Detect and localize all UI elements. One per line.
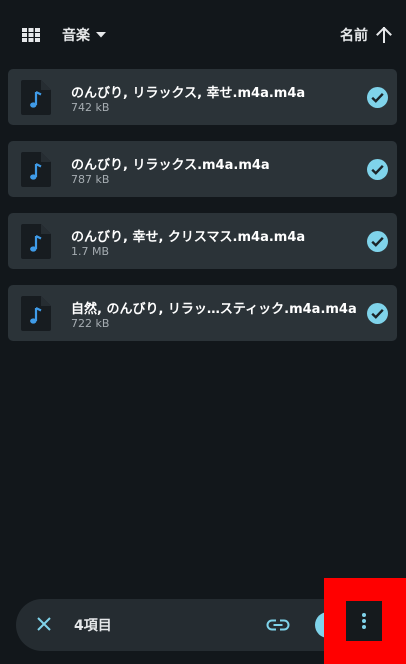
selected-count-label: 4項目 xyxy=(74,618,112,634)
audio-file-icon xyxy=(21,224,51,259)
sort-label: 名前 xyxy=(340,28,368,44)
link-icon xyxy=(266,619,290,631)
file-row[interactable]: 自然, のんびり, リラッ…スティック.m4a.m4a 722 kB xyxy=(8,285,397,341)
grid-view-icon xyxy=(22,28,40,42)
more-options-button[interactable] xyxy=(346,601,382,641)
file-type-filter-dropdown[interactable]: 音楽 xyxy=(62,24,106,46)
file-name: のんびり, リラックス.m4a.m4a xyxy=(71,158,270,173)
file-size: 787 kB xyxy=(71,173,110,186)
top-toolbar: 音楽 名前 xyxy=(0,0,406,68)
file-list: のんびり, リラックス, 幸せ.m4a.m4a 742 kB のんびり, リラッ… xyxy=(8,69,397,357)
arrow-up-icon xyxy=(376,27,392,43)
file-size: 1.7 MB xyxy=(71,245,110,258)
file-row[interactable]: のんびり, リラックス.m4a.m4a 787 kB xyxy=(8,141,397,197)
file-name: のんびり, 幸せ, クリスマス.m4a.m4a xyxy=(71,230,306,245)
file-size: 722 kB xyxy=(71,317,110,330)
audio-file-icon xyxy=(21,80,51,115)
filter-label: 音楽 xyxy=(62,28,90,44)
selected-check-icon[interactable] xyxy=(367,303,388,324)
close-icon xyxy=(37,617,51,631)
selected-check-icon[interactable] xyxy=(367,87,388,108)
grid-view-button[interactable] xyxy=(20,24,42,46)
selected-check-icon[interactable] xyxy=(367,159,388,180)
audio-file-icon xyxy=(21,296,51,331)
selected-check-icon[interactable] xyxy=(367,231,388,252)
file-row[interactable]: のんびり, 幸せ, クリスマス.m4a.m4a 1.7 MB xyxy=(8,213,397,269)
file-name: 自然, のんびり, リラッ…スティック.m4a.m4a xyxy=(71,302,357,317)
copy-link-button[interactable] xyxy=(265,612,291,638)
file-picker-screen: 音楽 名前 のんびり, リラックス, 幸せ.m4a.m4a 742 kB のんび… xyxy=(0,0,406,664)
file-size: 742 kB xyxy=(71,101,110,114)
sort-by-name-button[interactable]: 名前 xyxy=(340,22,392,48)
clear-selection-button[interactable] xyxy=(34,614,54,634)
dropdown-arrow-icon xyxy=(96,32,106,38)
file-name: のんびり, リラックス, 幸せ.m4a.m4a xyxy=(71,86,306,101)
audio-file-icon xyxy=(21,152,51,187)
file-row[interactable]: のんびり, リラックス, 幸せ.m4a.m4a 742 kB xyxy=(8,69,397,125)
more-vert-icon xyxy=(362,613,366,629)
